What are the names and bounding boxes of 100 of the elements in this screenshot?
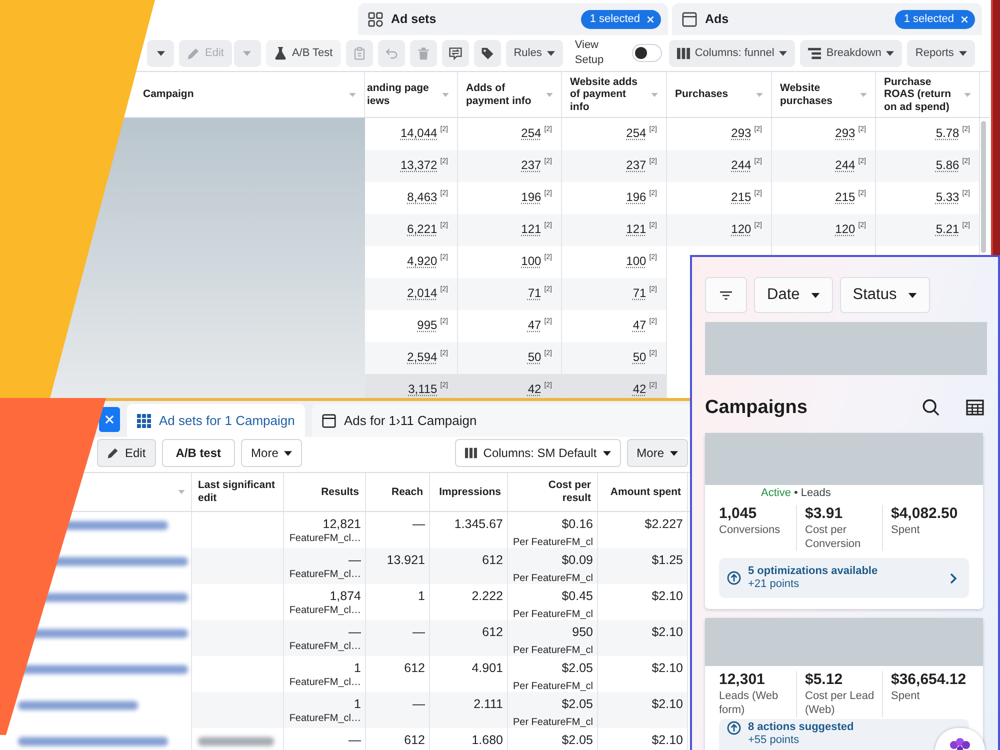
tab[interactable]: Ads for 1›11 Campaign: [312, 404, 690, 437]
arrow-up-circle-icon: [727, 571, 741, 585]
sort-caret-icon: [860, 92, 867, 96]
close-icon: [961, 16, 968, 22]
column-header: Amount spent: [610, 486, 681, 498]
chevron-right-icon[interactable]: [950, 572, 957, 584]
sort-caret-icon: [349, 92, 356, 96]
grid-icon: [368, 12, 383, 26]
breakdown-button[interactable]: Breakdown: [800, 40, 902, 66]
swap-button[interactable]: [442, 40, 469, 66]
table-cell: $2.05 Per FeatureFM_cl: [508, 656, 598, 693]
caret-icon: [156, 50, 164, 56]
suggestion-banner[interactable]: 8 actions suggested +55 points: [719, 719, 969, 750]
menu-button[interactable]: Rules: [506, 40, 563, 66]
column-header: Last significant edit: [198, 479, 276, 505]
tab[interactable]: Ad sets 1 selected: [358, 3, 668, 35]
swap-icon: [448, 46, 462, 60]
window-icon: [682, 12, 697, 26]
column-header: Impressions: [439, 486, 501, 498]
suggestion-title: 8 actions suggested: [748, 721, 855, 734]
table-cell: —: [366, 620, 430, 657]
table-cell: 3,115$^{[2]}$: [365, 374, 458, 398]
columns-button[interactable]: Columns: SM Default: [455, 439, 621, 467]
menu-button[interactable]: Reports: [907, 40, 975, 66]
caret-icon: [670, 450, 678, 456]
column-header: Adds of payment info: [466, 82, 532, 108]
selection-chip[interactable]: 1 selected: [894, 10, 975, 28]
column-header: Cost per result: [547, 479, 591, 505]
campaign-card[interactable]: 12,301 Leads (Web form) $5.12 Cost per Lead (Web) $36,654.12 Spent 8 actions suggested +55 points: [705, 618, 983, 750]
table-icon[interactable]: [966, 399, 984, 416]
flower-icon: [948, 737, 972, 750]
table-cell: 42$^{[2]}$: [562, 374, 667, 398]
table-cell: 1,874 FeatureFM_cl…: [284, 584, 366, 621]
caret-icon: [779, 50, 788, 56]
suggestion-title: 5 optimizations available: [748, 565, 879, 578]
close-icon: [105, 414, 114, 424]
menu-button[interactable]: More: [626, 439, 688, 467]
search-icon[interactable]: [922, 399, 940, 416]
table-cell: 612: [366, 656, 430, 693]
column-header: anding page iews: [367, 82, 430, 108]
table-cell: $2.05: [508, 728, 598, 750]
menu-button[interactable]: More: [241, 439, 302, 467]
table-cell: 121$^{[2]}$: [458, 214, 562, 246]
metric-label: Cost per Lead (Web): [805, 689, 876, 717]
table-cell: $2.10: [598, 728, 688, 750]
column-header: Campaign: [143, 88, 194, 101]
tag-button[interactable]: [474, 40, 501, 66]
table-cell: 71$^{[2]}$: [562, 278, 667, 310]
campaign-card[interactable]: Active • Leads 1,045 Conversions $3.91 Cost per Conversion $4,082.50 Spent 5 optimizations available +21 points: [705, 433, 983, 609]
tag-icon: [480, 46, 494, 60]
table-cell: — FeatureFM_cl…: [284, 620, 366, 657]
sort-caret-icon: [964, 92, 971, 96]
table-cell: 1.680: [430, 728, 508, 750]
table-cell: 42$^{[2]}$: [458, 374, 562, 398]
trash-icon: [416, 46, 430, 60]
table-cell: 4.901: [430, 656, 508, 693]
toggle-switch[interactable]: [632, 44, 662, 62]
table-cell: —: [284, 728, 366, 750]
scrollbar[interactable]: [981, 121, 986, 253]
grid-icon: [137, 414, 151, 428]
filter-icon: [720, 290, 732, 300]
close-icon: [647, 16, 654, 22]
edit-button[interactable]: Edit: [97, 439, 156, 467]
sort-caret-icon: [651, 92, 658, 96]
column-header: Results: [321, 486, 359, 498]
toggle-label: View Setup: [574, 38, 605, 68]
table-cell: 71$^{[2]}$: [458, 278, 562, 310]
tab[interactable]: Ad sets for 1 Campaign: [127, 404, 305, 437]
table-cell: $2.10: [598, 620, 688, 657]
table-cell: 5.86$^{[2]}$: [876, 150, 980, 182]
caret-icon: [958, 50, 967, 56]
tab[interactable]: Ads 1 selected: [672, 3, 982, 35]
caret-icon: [602, 450, 611, 456]
table-cell: 121$^{[2]}$: [562, 214, 667, 246]
table-cell: 50$^{[2]}$: [562, 342, 667, 374]
suggestion-points: +55 points: [748, 734, 800, 747]
metric-value: $5.12: [805, 671, 844, 689]
selection-chip[interactable]: 1 selected: [580, 10, 661, 28]
dropdown-button[interactable]: Date: [754, 277, 833, 313]
ab-test-button[interactable]: A/B test: [162, 439, 236, 467]
dropdown-button[interactable]: [147, 40, 174, 66]
table-cell: 1 FeatureFM_cl…: [284, 656, 366, 693]
dropdown-button[interactable]: Status: [840, 277, 930, 313]
table-cell: 13.921: [366, 548, 430, 585]
table-cell: 2.111: [430, 692, 508, 729]
table-cell: —: [366, 692, 430, 729]
columns-icon: [676, 46, 690, 60]
columns-button[interactable]: Columns: funnel: [668, 40, 796, 66]
table-cell: 237$^{[2]}$: [562, 150, 667, 182]
window-icon: [322, 414, 336, 428]
suggestion-banner[interactable]: 5 optimizations available +21 points: [719, 558, 969, 598]
metric-label: Spent: [891, 689, 921, 703]
metric-value: $3.91: [805, 505, 844, 523]
column-header: Website purchases: [780, 82, 834, 108]
close-button[interactable]: [99, 406, 120, 432]
columns-icon: [465, 447, 478, 459]
column-header: Purchase ROAS (return on ad spend): [884, 76, 952, 114]
ab-test-button[interactable]: A/B Test: [266, 40, 341, 66]
table-cell: $0.09 Per FeatureFM_cl: [508, 548, 598, 585]
table-cell: 2.222: [430, 584, 508, 621]
